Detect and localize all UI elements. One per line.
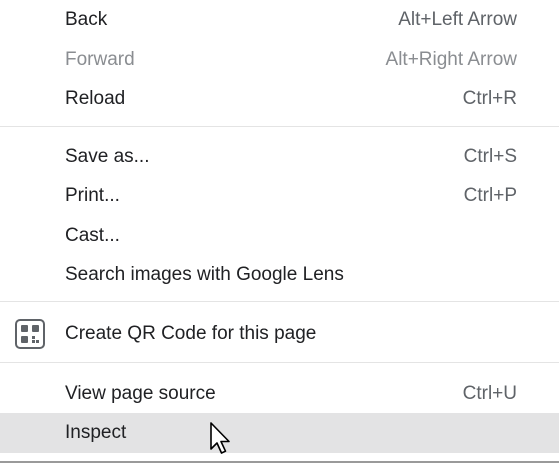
- menu-item-create-qr-code[interactable]: Create QR Code for this page: [0, 314, 559, 354]
- menu-item-label: Back: [65, 9, 108, 30]
- menu-item-shortcut: Ctrl+U: [462, 383, 517, 404]
- menu-item-view-page-source[interactable]: View page source Ctrl+U: [0, 374, 559, 414]
- menu-item-label: Cast...: [65, 225, 120, 246]
- menu-item-search-google-lens[interactable]: Search images with Google Lens: [0, 255, 559, 295]
- menu-item-label: Save as...: [65, 146, 150, 167]
- menu-item-print[interactable]: Print... Ctrl+P: [0, 176, 559, 216]
- menu-item-label: Create QR Code for this page: [65, 323, 317, 344]
- menu-item-back[interactable]: Back Alt+Left Arrow: [0, 0, 559, 40]
- menu-item-forward: Forward Alt+Right Arrow: [0, 40, 559, 80]
- menu-separator: [0, 362, 559, 363]
- menu-item-label: Search images with Google Lens: [65, 264, 344, 285]
- menu-item-label: Reload: [65, 88, 126, 109]
- menu-item-shortcut: Ctrl+P: [463, 185, 517, 206]
- menu-item-label: Print...: [65, 185, 120, 206]
- menu-separator: [0, 126, 559, 127]
- menu-item-label: Inspect: [65, 422, 127, 443]
- menu-item-label: Forward: [65, 49, 135, 70]
- menu-separator: [0, 301, 559, 302]
- menu-item-label: View page source: [65, 383, 216, 404]
- menu-item-shortcut: Alt+Left Arrow: [398, 9, 517, 30]
- qr-code-icon: [15, 319, 45, 349]
- menu-item-inspect[interactable]: Inspect: [0, 413, 559, 453]
- menu-item-save-as[interactable]: Save as... Ctrl+S: [0, 137, 559, 177]
- menu-item-shortcut: Ctrl+R: [462, 88, 517, 109]
- menu-item-reload[interactable]: Reload Ctrl+R: [0, 79, 559, 119]
- menu-item-shortcut: Alt+Right Arrow: [385, 49, 517, 70]
- menu-item-shortcut: Ctrl+S: [463, 146, 517, 167]
- context-menu: Back Alt+Left Arrow Forward Alt+Right Ar…: [0, 0, 559, 463]
- menu-item-cast[interactable]: Cast...: [0, 216, 559, 256]
- arrow-pointer-icon: [209, 421, 235, 457]
